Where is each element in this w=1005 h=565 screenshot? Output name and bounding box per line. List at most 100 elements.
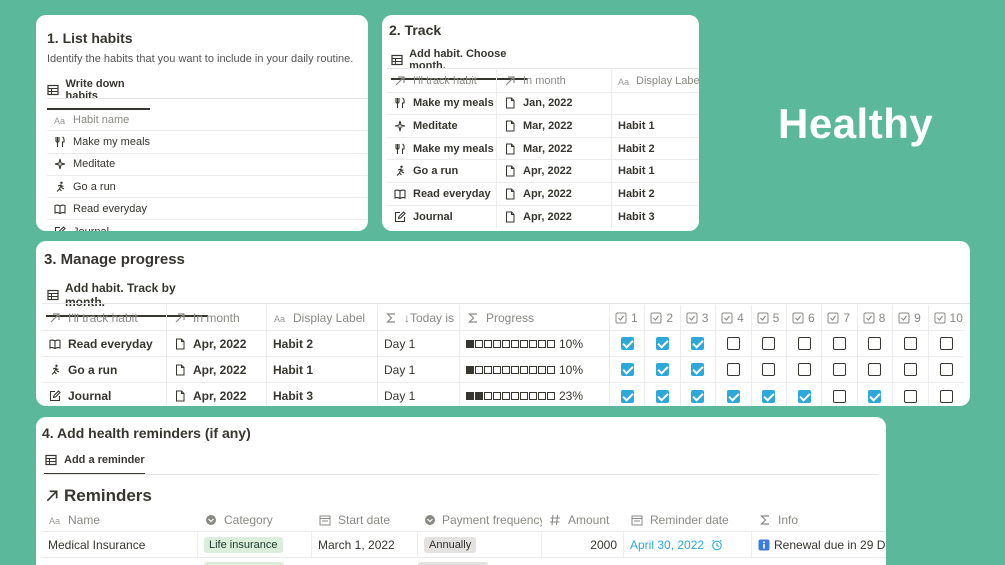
day-checkbox[interactable] xyxy=(656,337,670,350)
day-checkbox[interactable] xyxy=(762,363,776,376)
list-item[interactable]: Meditate xyxy=(47,154,368,176)
table-row[interactable]: Journal Apr, 2022 Habit 3 xyxy=(387,205,699,229)
month-link[interactable]: Apr, 2022 xyxy=(523,188,572,200)
column-header[interactable]: I'll track habit xyxy=(42,305,167,330)
day-column-header[interactable]: 5 xyxy=(752,305,787,330)
list-item[interactable]: Journal xyxy=(47,221,368,231)
habit-link[interactable]: Go a run xyxy=(413,165,458,177)
column-header[interactable]: Amount xyxy=(542,508,624,531)
write-habits-tab[interactable]: Write down habits xyxy=(47,78,150,110)
column-header[interactable]: Info xyxy=(752,508,886,531)
table-row[interactable]: Go a run Apr, 2022 Habit 1 Day 1 10% xyxy=(42,357,964,383)
column-header[interactable]: Aa Display Label xyxy=(267,305,378,330)
day-column-header[interactable]: 8 xyxy=(858,305,894,330)
day-checkbox[interactable] xyxy=(691,363,705,376)
day-checkbox[interactable] xyxy=(726,363,740,376)
day-column-header[interactable]: 2 xyxy=(645,305,681,330)
day-checkbox[interactable] xyxy=(868,389,882,403)
day-column-header[interactable]: 4 xyxy=(716,305,752,330)
day-checkbox[interactable] xyxy=(726,337,740,350)
column-header[interactable]: Payment frequency xyxy=(418,508,542,531)
category-tag[interactable]: Life insurance xyxy=(204,536,283,553)
reminder-date[interactable]: April 30, 2022 xyxy=(630,538,704,552)
list-item[interactable]: Make my meals xyxy=(47,131,368,154)
month-link[interactable]: Apr, 2022 xyxy=(193,363,246,377)
column-header[interactable]: I'll track habit xyxy=(387,70,497,92)
day-checkbox[interactable] xyxy=(868,337,882,350)
month-link[interactable]: Apr, 2022 xyxy=(523,165,572,177)
day-checkbox[interactable] xyxy=(726,389,740,403)
amount-value[interactable]: 2000 xyxy=(590,538,617,552)
day-checkbox[interactable] xyxy=(903,337,917,350)
day-checkbox[interactable] xyxy=(797,389,811,403)
table-row[interactable]: Read everyday Apr, 2022 Habit 2 Day 1 10% xyxy=(42,331,964,357)
month-link[interactable]: Apr, 2022 xyxy=(193,389,246,403)
day-checkbox[interactable] xyxy=(691,337,705,350)
list-item[interactable]: Read everyday xyxy=(47,198,368,221)
day-checkbox[interactable] xyxy=(939,389,953,403)
month-link[interactable]: Apr, 2022 xyxy=(523,211,572,223)
day-checkbox[interactable] xyxy=(939,363,953,376)
month-link[interactable]: Apr, 2022 xyxy=(193,337,246,351)
column-header[interactable]: Reminder date xyxy=(624,508,752,531)
column-header[interactable]: Category xyxy=(198,508,312,531)
day-checkbox[interactable] xyxy=(620,337,634,350)
frequency-tag[interactable]: Annually xyxy=(424,536,477,553)
month-link[interactable]: Jan, 2022 xyxy=(523,97,573,109)
table-row[interactable]: Meditate Mar, 2022 Habit 1 xyxy=(387,115,699,138)
column-header[interactable]: Aa Display Label xyxy=(612,70,699,92)
day-checkbox[interactable] xyxy=(762,389,776,403)
habit-link[interactable]: Journal xyxy=(413,211,453,223)
day-checkbox[interactable] xyxy=(656,389,670,403)
column-header[interactable]: In month xyxy=(167,305,267,330)
day-checkbox[interactable] xyxy=(868,363,882,376)
day-checkbox[interactable] xyxy=(620,389,634,403)
list-item[interactable]: Go a run xyxy=(47,176,368,199)
table-row[interactable]: Make my meals Mar, 2022 Habit 2 xyxy=(387,137,699,161)
day-checkbox[interactable] xyxy=(833,389,847,403)
month-link[interactable]: Mar, 2022 xyxy=(523,143,573,155)
habit-link[interactable]: Read everyday xyxy=(68,337,153,351)
column-header[interactable]: Progress xyxy=(460,305,610,330)
day-checkbox[interactable] xyxy=(939,337,953,350)
table-row[interactable]: Read everyday Apr, 2022 Habit 2 xyxy=(387,183,699,206)
arrow-up-right-icon xyxy=(48,311,62,325)
column-header[interactable]: ↓Today is xyxy=(378,305,460,330)
day-checkbox[interactable] xyxy=(833,363,847,376)
table-row[interactable]: Make my meals Jan, 2022 xyxy=(387,92,699,116)
day-checkbox[interactable] xyxy=(833,337,847,350)
day-column-header[interactable]: 10 xyxy=(929,305,964,330)
reminders-heading[interactable]: Reminders xyxy=(44,486,152,506)
table-row[interactable]: Medical Insurance Life insurance March 1, … xyxy=(42,532,886,558)
habit-name-header[interactable]: Aa Habit name xyxy=(47,109,368,132)
month-link[interactable]: Mar, 2022 xyxy=(523,120,573,132)
column-header[interactable]: Aa Name xyxy=(42,508,198,531)
habit-link[interactable]: Read everyday xyxy=(413,188,491,200)
start-date[interactable]: March 1, 2022 xyxy=(318,538,395,552)
column-header[interactable]: In month xyxy=(497,70,612,92)
table-row[interactable]: Journal Apr, 2022 Habit 3 Day 1 23% xyxy=(42,383,964,406)
day-checkbox[interactable] xyxy=(903,363,917,376)
habit-link[interactable]: Go a run xyxy=(68,363,117,377)
day-column-header[interactable]: 6 xyxy=(787,305,823,330)
day-checkbox[interactable] xyxy=(903,389,917,403)
day-checkbox[interactable] xyxy=(797,363,811,376)
add-reminder-tab[interactable]: Add a reminder xyxy=(44,453,145,475)
day-column-header[interactable]: 7 xyxy=(822,305,858,330)
day-checkbox[interactable] xyxy=(620,363,634,376)
column-header[interactable]: Start date xyxy=(312,508,418,531)
habit-link[interactable]: Journal xyxy=(68,389,111,403)
day-checkbox[interactable] xyxy=(762,337,776,350)
habit-link[interactable]: Meditate xyxy=(413,120,458,132)
habit-link[interactable]: Make my meals xyxy=(413,97,494,109)
reminder-name[interactable]: Medical Insurance xyxy=(48,538,145,552)
day-column-header[interactable]: 3 xyxy=(681,305,717,330)
day-column-header[interactable]: 9 xyxy=(893,305,929,330)
habit-link[interactable]: Make my meals xyxy=(413,143,494,155)
day-checkbox[interactable] xyxy=(656,363,670,376)
doc-icon xyxy=(503,210,517,224)
table-row[interactable]: Go a run Apr, 2022 Habit 1 xyxy=(387,160,699,183)
day-checkbox[interactable] xyxy=(691,389,705,403)
day-checkbox[interactable] xyxy=(797,337,811,350)
day-column-header[interactable]: 1 xyxy=(610,305,646,330)
